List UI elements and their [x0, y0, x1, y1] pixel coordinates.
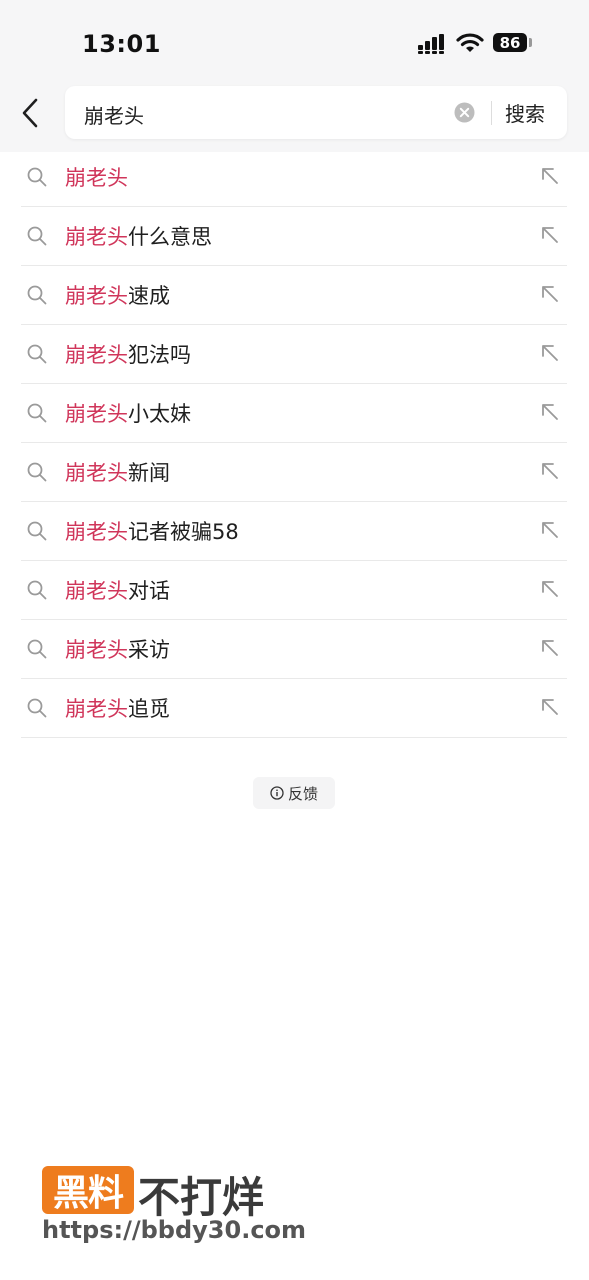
feedback-label: 反馈 — [287, 784, 318, 803]
suggestion-text: 崩老头犯法吗 — [65, 339, 191, 369]
suggestion-highlight: 崩老头 — [65, 579, 128, 603]
fill-query-arrow-icon[interactable] — [539, 460, 561, 482]
suggestion-text: 崩老头记者被骗58 — [65, 516, 239, 546]
signal-icon — [418, 34, 444, 54]
fill-query-arrow-icon[interactable] — [539, 224, 561, 246]
suggestion-highlight: 崩老头 — [65, 461, 128, 485]
suggestion-text: 崩老头小太妹 — [65, 398, 191, 428]
suggestion-highlight: 崩老头 — [65, 697, 128, 721]
suggestion-rest: 犯法吗 — [128, 343, 191, 367]
suggestion-rest: 什么意思 — [128, 225, 212, 249]
suggestion-rest: 新闻 — [128, 461, 170, 485]
suggestion-item[interactable]: 崩老头采访 — [21, 620, 567, 679]
suggestion-text: 崩老头什么意思 — [65, 221, 212, 251]
suggestion-text: 崩老头对话 — [65, 575, 170, 605]
search-icon — [27, 167, 47, 187]
suggestion-item[interactable]: 崩老头什么意思 — [21, 207, 567, 266]
fill-query-arrow-icon[interactable] — [539, 696, 561, 718]
suggestion-item[interactable]: 崩老头新闻 — [21, 443, 567, 502]
search-divider — [491, 101, 492, 125]
fill-query-arrow-icon[interactable] — [539, 401, 561, 423]
search-icon — [27, 344, 47, 364]
search-icon — [27, 521, 47, 541]
suggestion-rest: 追觅 — [128, 697, 170, 721]
search-icon — [27, 226, 47, 246]
suggestion-rest: 速成 — [128, 284, 170, 308]
suggestion-text: 崩老头追觅 — [65, 693, 170, 723]
suggestion-item[interactable]: 崩老头对话 — [21, 561, 567, 620]
search-icon — [27, 698, 47, 718]
back-icon[interactable] — [18, 97, 44, 129]
suggestion-item[interactable]: 崩老头犯法吗 — [21, 325, 567, 384]
battery-icon: 86 — [493, 33, 527, 52]
search-icon — [27, 580, 47, 600]
suggestion-text: 崩老头 — [65, 162, 128, 192]
battery-level: 86 — [499, 33, 521, 52]
suggestion-highlight: 崩老头 — [65, 284, 128, 308]
battery-tip — [529, 38, 532, 47]
fill-query-arrow-icon[interactable] — [539, 165, 561, 187]
suggestion-text: 崩老头采访 — [65, 634, 170, 664]
feedback-button[interactable]: 反馈 — [253, 777, 335, 809]
search-icon — [27, 403, 47, 423]
suggestion-item[interactable]: 崩老头 — [21, 148, 567, 207]
watermark-url: https://bbdy30.com — [42, 1216, 307, 1244]
status-time: 13:01 — [82, 30, 161, 58]
suggestion-item[interactable]: 崩老头小太妹 — [21, 384, 567, 443]
suggestion-highlight: 崩老头 — [65, 166, 128, 190]
search-icon — [27, 462, 47, 482]
wifi-icon — [456, 33, 484, 52]
suggestion-highlight: 崩老头 — [65, 343, 128, 367]
search-icon — [27, 639, 47, 659]
clear-icon[interactable] — [454, 102, 475, 123]
suggestion-text: 崩老头新闻 — [65, 457, 170, 487]
search-button[interactable]: 搜索 — [505, 98, 545, 127]
suggestion-highlight: 崩老头 — [65, 520, 128, 544]
fill-query-arrow-icon[interactable] — [539, 283, 561, 305]
suggestion-highlight: 崩老头 — [65, 225, 128, 249]
search-input[interactable] — [82, 97, 446, 131]
suggestion-rest: 记者被骗58 — [128, 520, 239, 544]
search-icon — [27, 285, 47, 305]
suggestion-highlight: 崩老头 — [65, 402, 128, 426]
fill-query-arrow-icon[interactable] — [539, 578, 561, 600]
suggestion-text: 崩老头速成 — [65, 280, 170, 310]
suggestion-item[interactable]: 崩老头速成 — [21, 266, 567, 325]
suggestion-item[interactable]: 崩老头记者被骗58 — [21, 502, 567, 561]
suggestion-rest: 小太妹 — [128, 402, 191, 426]
fill-query-arrow-icon[interactable] — [539, 342, 561, 364]
watermark-badge: 黑料 — [42, 1166, 134, 1214]
fill-query-arrow-icon[interactable] — [539, 637, 561, 659]
suggestion-highlight: 崩老头 — [65, 638, 128, 662]
suggestion-rest: 对话 — [128, 579, 170, 603]
info-icon — [270, 786, 284, 800]
suggestion-item[interactable]: 崩老头追觅 — [21, 679, 567, 738]
suggestion-rest: 采访 — [128, 638, 170, 662]
fill-query-arrow-icon[interactable] — [539, 519, 561, 541]
